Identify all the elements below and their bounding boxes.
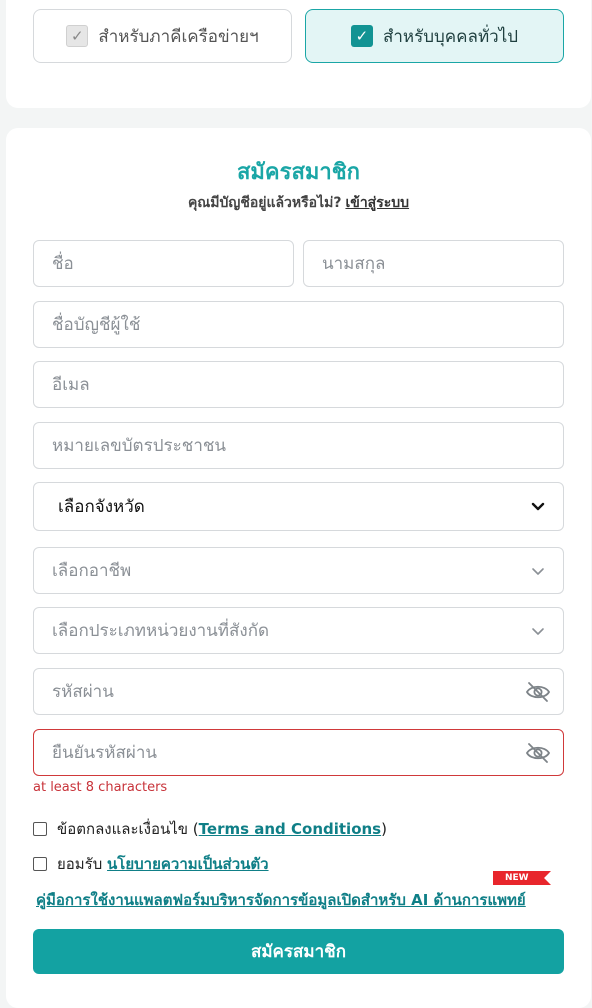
checked-checkbox-icon: ✓ xyxy=(350,25,373,47)
terms-prefix: ข้อตกลงและเงื่อนไข ( xyxy=(57,820,199,838)
register-form-card: สมัครสมาชิก คุณมีบัญชีอยู่แล้วหรือไม่? เข… xyxy=(6,128,591,1008)
new-badge: NEW xyxy=(493,871,551,885)
province-select[interactable]: เลือกจังหวัด xyxy=(33,482,564,531)
username-placeholder: ชื่อบัญชีผู้ใช้ xyxy=(52,315,141,335)
terms-checkbox[interactable] xyxy=(33,822,47,836)
agency-type-placeholder: เลือกประเภทหน่วยงานที่สังกัด xyxy=(52,621,270,641)
partner-type-label: สำหรับภาคีเครือข่ายฯ xyxy=(98,26,259,47)
confirm-password-input[interactable]: ยืนยันรหัสผ่าน xyxy=(33,729,564,776)
submit-button[interactable]: สมัครสมาชิก xyxy=(33,929,564,974)
terms-row: ข้อตกลงและเงื่อนไข (Terms and Conditions… xyxy=(33,817,387,841)
eye-off-icon[interactable] xyxy=(525,680,551,704)
user-type-card: ✓ สำหรับภาคีเครือข่ายฯ ✓ สำหรับบุคคลทั่ว… xyxy=(6,0,591,108)
privacy-label: ยอมรับ นโยบายความเป็นส่วนตัว xyxy=(57,852,269,876)
confirm-password-placeholder: ยืนยันรหัสผ่าน xyxy=(52,743,158,763)
terms-suffix: ) xyxy=(381,820,387,838)
first-name-input[interactable]: ชื่อ xyxy=(33,240,294,287)
partner-type-button[interactable]: ✓ สำหรับภาคีเครือข่ายฯ xyxy=(33,9,292,63)
privacy-checkbox[interactable] xyxy=(33,857,47,871)
chevron-down-icon xyxy=(532,628,544,635)
chevron-down-icon xyxy=(531,502,545,511)
privacy-prefix: ยอมรับ xyxy=(57,855,103,873)
login-prompt: คุณมีบัญชีอยู่แล้วหรือไม่? เข้าสู่ระบบ xyxy=(6,192,591,214)
id-card-input[interactable]: หมายเลขบัตรประชาชน xyxy=(33,422,564,469)
chevron-down-icon xyxy=(532,568,544,575)
login-link[interactable]: เข้าสู่ระบบ xyxy=(345,195,409,211)
public-type-label: สำหรับบุคคลทั่วไป xyxy=(382,26,519,47)
username-input[interactable]: ชื่อบัญชีผู้ใช้ xyxy=(33,301,564,348)
province-value: เลือกจังหวัด xyxy=(58,497,145,517)
guide-link[interactable]: คู่มือการใช้งานแพลตฟอร์มบริหารจัดการข้อม… xyxy=(36,888,526,912)
email-input[interactable]: อีเมล xyxy=(33,361,564,408)
first-name-placeholder: ชื่อ xyxy=(52,254,74,274)
privacy-row: ยอมรับ นโยบายความเป็นส่วนตัว xyxy=(33,852,269,876)
agency-type-select[interactable]: เลือกประเภทหน่วยงานที่สังกัด xyxy=(33,607,564,654)
public-type-button[interactable]: ✓ สำหรับบุคคลทั่วไป xyxy=(305,9,564,63)
password-input[interactable]: รหัสผ่าน xyxy=(33,668,564,715)
eye-off-icon[interactable] xyxy=(525,741,551,765)
last-name-placeholder: นามสกุล xyxy=(322,254,386,274)
id-card-placeholder: หมายเลขบัตรประชาชน xyxy=(52,436,227,456)
occupation-placeholder: เลือกอาชีพ xyxy=(52,561,132,581)
unchecked-checkbox-icon: ✓ xyxy=(66,25,89,47)
terms-label: ข้อตกลงและเงื่อนไข (Terms and Conditions… xyxy=(57,817,387,841)
email-placeholder: อีเมล xyxy=(52,375,90,395)
last-name-input[interactable]: นามสกุล xyxy=(303,240,564,287)
occupation-select[interactable]: เลือกอาชีพ xyxy=(33,547,564,594)
password-error-message: at least 8 characters xyxy=(33,780,168,795)
privacy-link[interactable]: นโยบายความเป็นส่วนตัว xyxy=(107,855,269,873)
login-prompt-text: คุณมีบัญชีอยู่แล้วหรือไม่? xyxy=(187,195,342,211)
page-title: สมัครสมาชิก xyxy=(237,160,360,185)
password-placeholder: รหัสผ่าน xyxy=(52,682,114,702)
terms-link[interactable]: Terms and Conditions xyxy=(199,820,381,838)
